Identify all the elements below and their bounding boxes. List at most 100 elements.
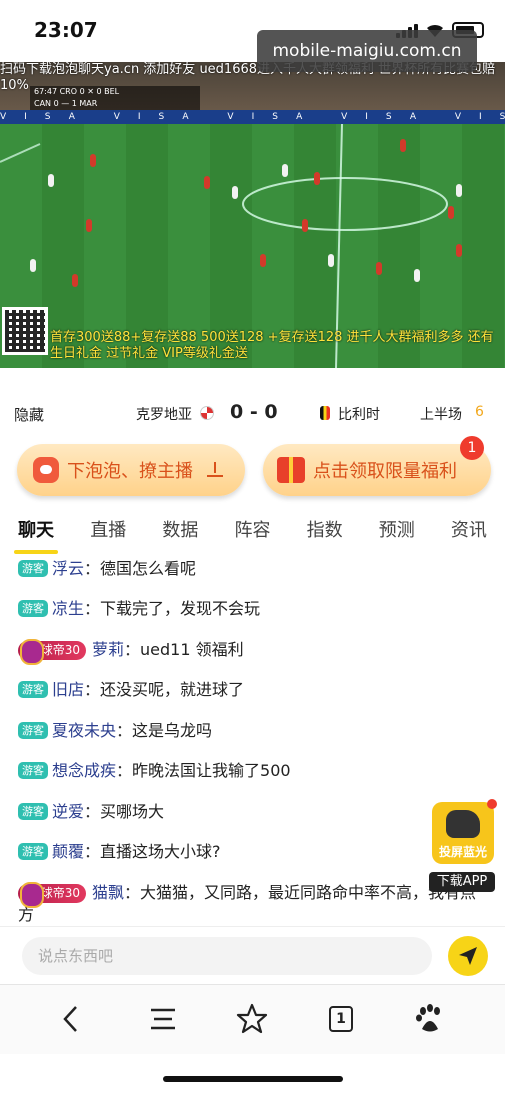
browser-toolbar: 1 <box>0 984 505 1054</box>
content-tabs: 聊天 直播 数据 阵容 指数 预测 资讯 <box>0 516 505 556</box>
status-time: 23:07 <box>34 18 98 42</box>
guest-badge: 游客 <box>18 722 48 739</box>
match-score-row: 隐藏 克罗地亚 0 - 0 比利时 上半场 6 <box>0 396 505 430</box>
match-score: 0 - 0 <box>230 401 278 423</box>
player <box>302 219 308 232</box>
guest-badge: 游客 <box>18 843 48 860</box>
player <box>328 254 334 267</box>
cast-app-button[interactable]: 投屏蓝光 <box>432 799 497 864</box>
player <box>232 186 238 199</box>
guest-badge: 游客 <box>18 803 48 820</box>
player <box>314 172 320 185</box>
star-icon <box>236 1003 268 1034</box>
scorebug-line: 67:47 CRO 0 ✕ 0 BEL <box>34 87 120 96</box>
download-app-button[interactable]: 下泡泡、撩主播 <box>17 444 245 496</box>
tab-chat[interactable]: 聊天 <box>0 516 72 556</box>
guest-badge: 游客 <box>18 560 48 577</box>
player <box>30 259 36 272</box>
tv-scorebug: 67:47 CRO 0 ✕ 0 BEL CAN 0 — 1 MAR <box>30 86 200 110</box>
notification-badge: 1 <box>460 436 484 460</box>
chat-message: 游客 凉生：下载完了，发现不会玩 <box>18 598 488 620</box>
chat-text: 还没买呢，就进球了 <box>100 680 245 699</box>
tab-odds[interactable]: 指数 <box>289 516 361 556</box>
chat-username[interactable]: 萝莉 <box>92 640 124 659</box>
qr-code <box>2 307 48 355</box>
tab-count: 1 <box>329 1006 353 1032</box>
video-promo-text: 首存300送88+复存送88 500送128 +复存送128 进千人大群福利多多… <box>50 330 494 361</box>
player <box>376 262 382 275</box>
home-team-name: 克罗地亚 <box>136 407 192 423</box>
menu-button[interactable] <box>145 1001 181 1037</box>
chat-username[interactable]: 旧店 <box>52 680 84 699</box>
gift-icon <box>277 457 305 483</box>
player <box>48 174 54 187</box>
chat-username[interactable]: 猫飘 <box>92 883 124 902</box>
chat-username[interactable]: 颠覆 <box>52 842 84 861</box>
download-app-tag[interactable]: 下载APP <box>429 872 495 892</box>
player <box>448 206 454 219</box>
away-team-name: 比利时 <box>338 407 380 423</box>
chat-text: 大猫猫，又同路，最近同路命中率不高，我有点方 <box>18 883 477 924</box>
tabs-button[interactable]: 1 <box>323 1001 359 1037</box>
player <box>72 274 78 287</box>
chat-message: 球帝30 猫飘：大猫猫，又同路，最近同路命中率不高，我有点方 <box>18 882 477 924</box>
player <box>86 219 92 232</box>
bookmark-button[interactable] <box>234 1001 270 1037</box>
chat-text: 下载完了，发现不会玩 <box>100 599 261 618</box>
scorebug-line: CAN 0 — 1 MAR <box>34 99 98 108</box>
tab-prediction[interactable]: 预测 <box>361 516 433 556</box>
send-button[interactable] <box>448 936 488 976</box>
chat-input-bar <box>0 926 505 984</box>
match-minute: 6 <box>475 404 484 420</box>
back-button[interactable] <box>54 1001 90 1037</box>
croatia-flag-icon <box>200 406 214 420</box>
chat-username[interactable]: 逆爱 <box>52 802 84 821</box>
watermark: mobile-maigiu.com.cn <box>257 30 477 72</box>
tab-data[interactable]: 数据 <box>144 516 216 556</box>
chat-bubble-icon <box>33 457 59 483</box>
belgium-flag-icon <box>320 406 330 420</box>
player <box>204 176 210 189</box>
vip-level-badge: 球帝30 <box>18 639 86 665</box>
download-icon <box>207 462 223 478</box>
player <box>456 184 462 197</box>
player <box>414 269 420 282</box>
tab-news[interactable]: 资讯 <box>433 516 505 556</box>
player <box>260 254 266 267</box>
guest-badge: 游客 <box>18 600 48 617</box>
chat-message: 游客 浮云：德国怎么看呢 <box>18 558 488 580</box>
video-player[interactable]: VISA VISA VISA VISA VISA VISA VISA VISA … <box>0 62 505 368</box>
menu-icon <box>151 1008 175 1030</box>
dog-mascot-icon <box>446 810 480 838</box>
red-dot-badge <box>487 799 497 809</box>
chat-message: 游客 想念成疾：昨晚法国让我输了500 <box>18 760 488 782</box>
download-app-label: 下泡泡、撩主播 <box>67 461 193 482</box>
match-period: 上半场 <box>420 407 462 423</box>
claim-gift-label: 点击领取限量福利 <box>313 461 457 482</box>
chat-input[interactable] <box>22 937 432 975</box>
player <box>282 164 288 177</box>
send-icon <box>459 947 477 965</box>
guest-badge: 游客 <box>18 681 48 698</box>
player <box>400 139 406 152</box>
ad-board: VISA VISA VISA VISA VISA VISA VISA VISA … <box>0 110 505 124</box>
chat-message: 游客 旧店：还没买呢，就进球了 <box>18 679 488 701</box>
hide-button[interactable]: 隐藏 <box>14 404 44 425</box>
chat-username[interactable]: 凉生 <box>52 599 84 618</box>
chat-username[interactable]: 浮云 <box>52 559 84 578</box>
chat-username[interactable]: 想念成疾 <box>52 761 116 780</box>
tab-live[interactable]: 直播 <box>72 516 144 556</box>
chat-message: 游客 颠覆：直播这场大小球? <box>18 841 488 863</box>
home-indicator[interactable] <box>163 1076 343 1082</box>
chat-text: 这是乌龙吗 <box>132 721 213 740</box>
chat-list[interactable]: 游客 浮云：德国怎么看呢 游客 凉生：下载完了，发现不会玩 球帝30 萝莉：ued11… <box>0 556 505 926</box>
chat-username[interactable]: 夏夜未央 <box>52 721 116 740</box>
vip-level-badge: 球帝30 <box>18 882 86 908</box>
baidu-button[interactable] <box>412 1001 448 1037</box>
player <box>456 244 462 257</box>
chat-message: 游客 夏夜未央：这是乌龙吗 <box>18 720 488 742</box>
tab-lineup[interactable]: 阵容 <box>216 516 288 556</box>
chat-text: 买哪场大 <box>100 802 165 821</box>
baidu-paw-icon <box>416 1004 440 1032</box>
claim-gift-button[interactable]: 点击领取限量福利 <box>263 444 491 496</box>
